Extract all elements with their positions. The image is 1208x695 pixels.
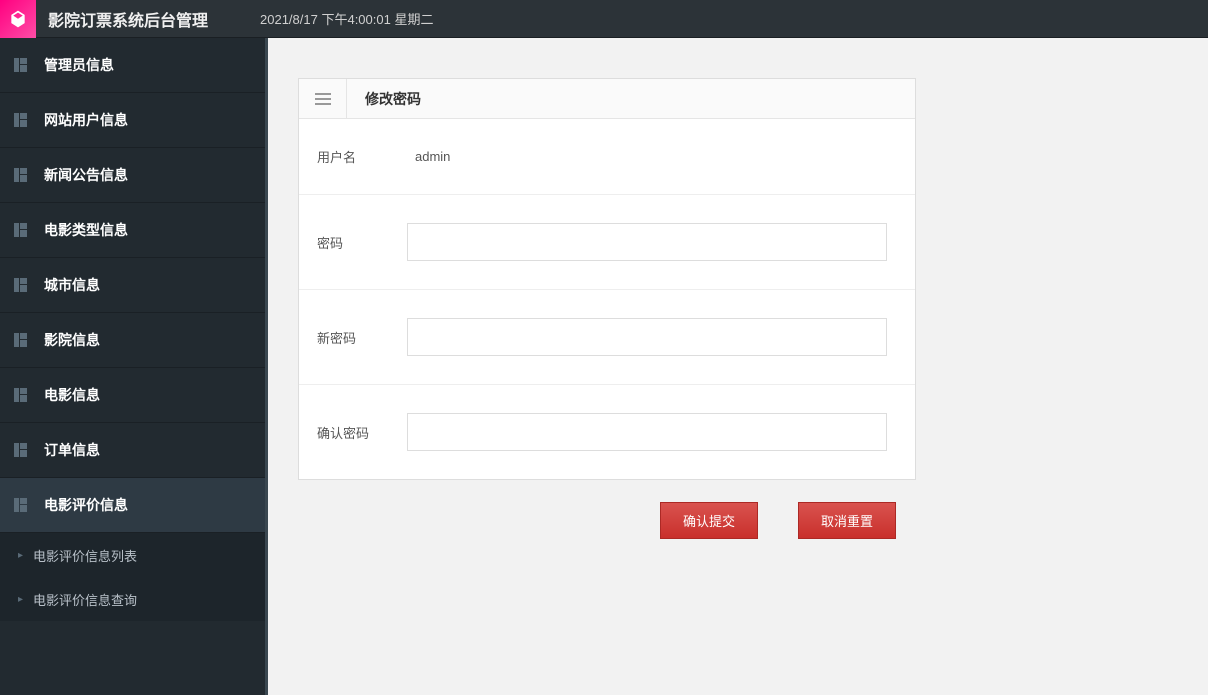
confirm-password-label: 确认密码 [317, 423, 407, 442]
button-row: 确认提交 取消重置 [298, 502, 916, 539]
panel-title: 修改密码 [347, 89, 421, 109]
grid-icon [14, 58, 28, 72]
logo-icon [8, 9, 28, 29]
new-password-label: 新密码 [317, 328, 407, 347]
username-label: 用户名 [317, 147, 407, 166]
sidebar: 管理员信息 网站用户信息 新闻公告信息 电影类型信息 城市信息 影院信息 电影信… [0, 38, 268, 695]
sidebar-item-city[interactable]: 城市信息 [0, 258, 265, 313]
grid-icon [14, 168, 28, 182]
sidebar-item-label: 新闻公告信息 [44, 165, 128, 185]
datetime-display: 2021/8/17 下午4:00:01 星期二 [260, 9, 433, 28]
sidebar-item-label: 电影信息 [44, 385, 100, 405]
sidebar-item-news[interactable]: 新闻公告信息 [0, 148, 265, 203]
username-value: admin [407, 149, 450, 164]
grid-icon [14, 498, 28, 512]
sidebar-item-label: 电影评价信息 [44, 495, 128, 515]
form-row-new-password: 新密码 [299, 290, 915, 385]
grid-icon [14, 278, 28, 292]
password-label: 密码 [317, 233, 407, 252]
submit-button[interactable]: 确认提交 [660, 502, 758, 539]
grid-icon [14, 333, 28, 347]
sidebar-item-label: 电影类型信息 [44, 220, 128, 240]
sidebar-item-order[interactable]: 订单信息 [0, 423, 265, 478]
sidebar-subitem-label: 电影评价信息列表 [33, 546, 137, 565]
main-content: 修改密码 用户名 admin 密码 新密码 确认密码 确认提交 取消重置 [268, 38, 1208, 695]
sidebar-item-label: 影院信息 [44, 330, 100, 350]
app-title: 影院订票系统后台管理 [36, 7, 220, 31]
form-row-username: 用户名 admin [299, 119, 915, 195]
password-input[interactable] [407, 223, 887, 261]
menu-icon[interactable] [299, 79, 347, 118]
change-password-panel: 修改密码 用户名 admin 密码 新密码 确认密码 [298, 78, 916, 480]
grid-icon [14, 388, 28, 402]
form-row-confirm-password: 确认密码 [299, 385, 915, 479]
grid-icon [14, 223, 28, 237]
app-logo [0, 0, 36, 38]
sidebar-item-label: 网站用户信息 [44, 110, 128, 130]
confirm-password-input[interactable] [407, 413, 887, 451]
form-row-password: 密码 [299, 195, 915, 290]
sidebar-item-cinema[interactable]: 影院信息 [0, 313, 265, 368]
sidebar-item-label: 管理员信息 [44, 55, 114, 75]
sidebar-item-label: 城市信息 [44, 275, 100, 295]
reset-button[interactable]: 取消重置 [798, 502, 896, 539]
panel-header: 修改密码 [299, 79, 915, 119]
grid-icon [14, 443, 28, 457]
sidebar-item-review[interactable]: 电影评价信息 [0, 478, 265, 533]
sidebar-item-label: 订单信息 [44, 440, 100, 460]
sidebar-subitem-review-list[interactable]: 电影评价信息列表 [0, 533, 265, 577]
sidebar-subitem-label: 电影评价信息查询 [33, 590, 137, 609]
sidebar-item-movie-type[interactable]: 电影类型信息 [0, 203, 265, 258]
sidebar-item-movie[interactable]: 电影信息 [0, 368, 265, 423]
app-header: 影院订票系统后台管理 2021/8/17 下午4:00:01 星期二 [0, 0, 1208, 38]
grid-icon [14, 113, 28, 127]
sidebar-subitem-review-search[interactable]: 电影评价信息查询 [0, 577, 265, 621]
new-password-input[interactable] [407, 318, 887, 356]
sidebar-item-admin[interactable]: 管理员信息 [0, 38, 265, 93]
sidebar-item-users[interactable]: 网站用户信息 [0, 93, 265, 148]
